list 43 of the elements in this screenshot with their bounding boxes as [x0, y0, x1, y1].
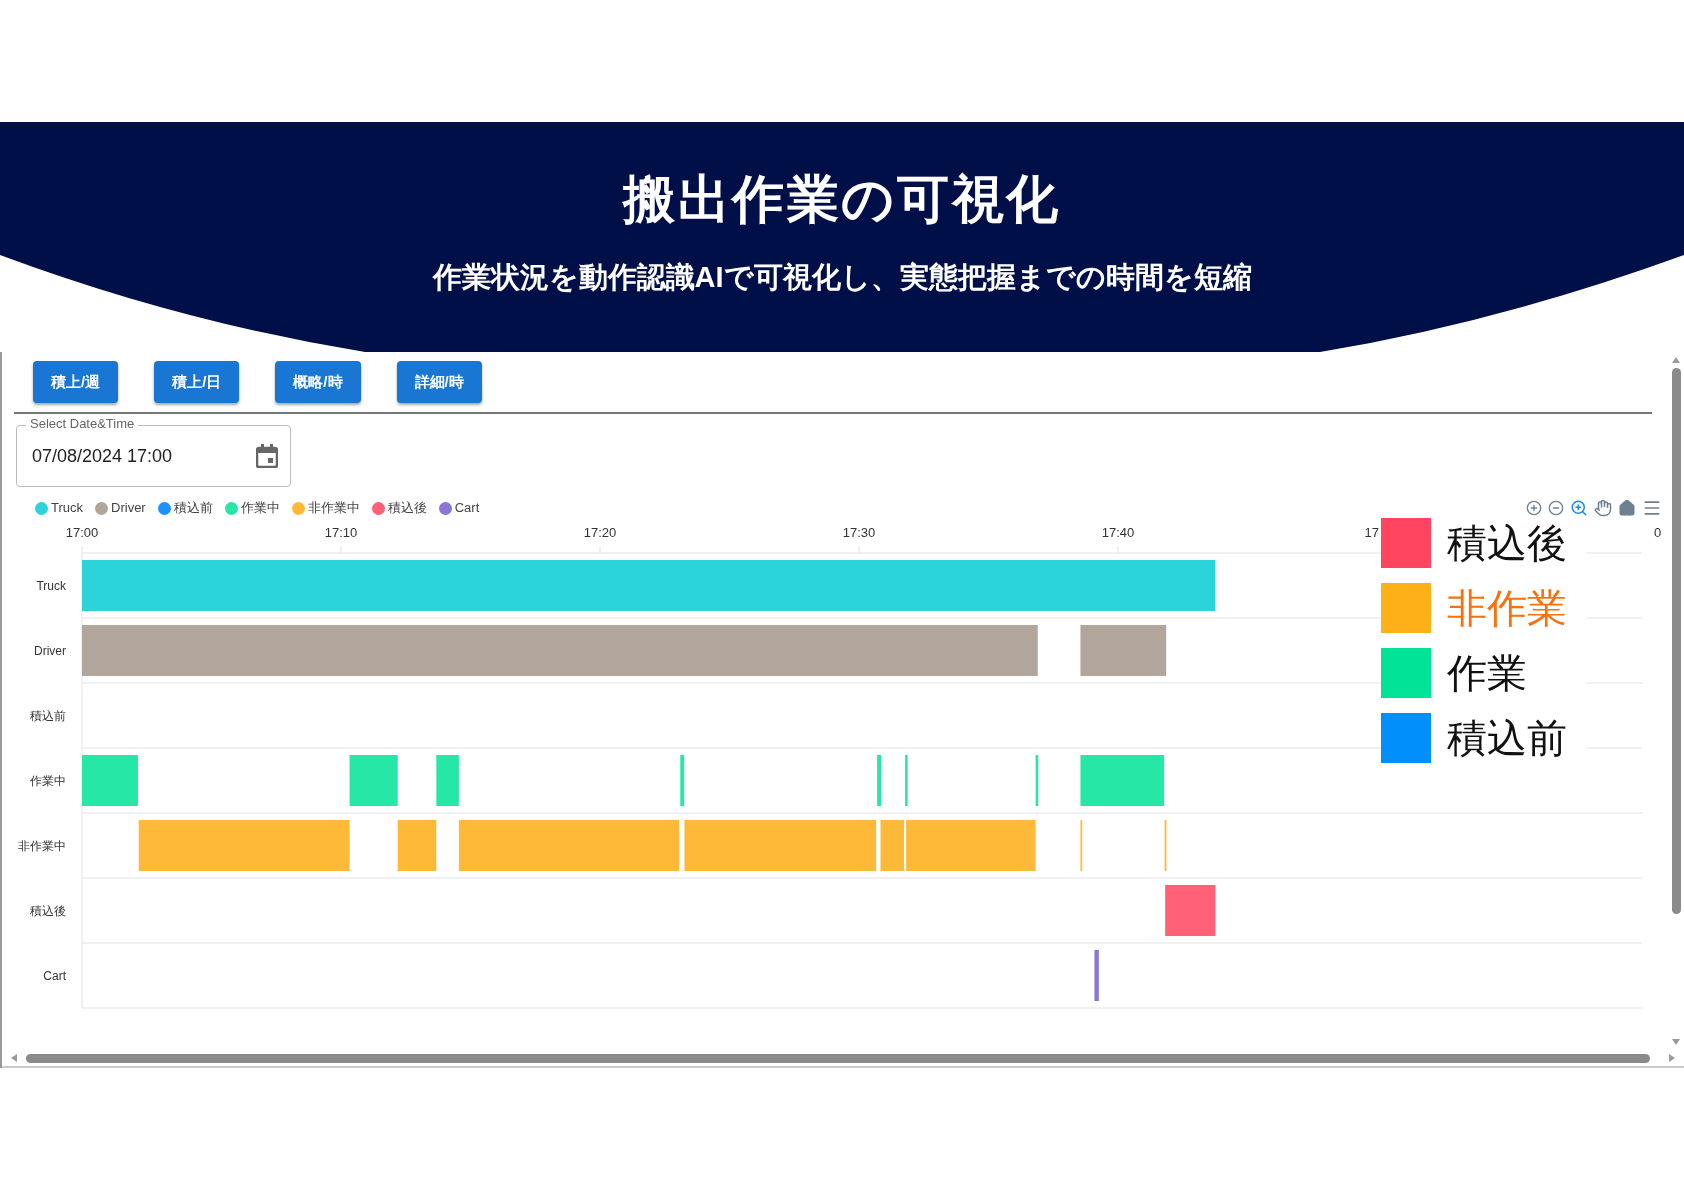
menu-icon[interactable]	[1642, 498, 1662, 518]
row-label: Driver	[34, 643, 66, 658]
view-button[interactable]: 積上/日	[154, 361, 240, 403]
pan-hand-icon[interactable]	[1594, 499, 1612, 517]
axis-tick-label: 0	[1654, 525, 1662, 540]
legend-label: 作業	[1447, 650, 1527, 697]
axis-tick-label: 17	[1364, 525, 1379, 540]
home-icon[interactable]	[1618, 499, 1636, 517]
zoom-out-icon[interactable]	[1548, 500, 1564, 516]
scroll-up-arrow-icon[interactable]	[1671, 356, 1681, 364]
slide-subtitle: 作業状況を動作認識AIで可視化し、実態把握までの時間を短縮	[432, 260, 1252, 295]
scroll-left-arrow-icon[interactable]	[10, 1053, 18, 1063]
view-button[interactable]: 詳細/時	[396, 361, 482, 403]
legend-label[interactable]: Cart	[454, 498, 480, 518]
legend-label: 非作業	[1447, 585, 1567, 632]
row-label: Cart	[43, 968, 66, 983]
axis-tick-label: 17:10	[324, 525, 358, 540]
slide-title: 搬出作業の可視化	[623, 169, 1061, 230]
legend-label[interactable]: 積込前	[173, 498, 213, 518]
row-label: 作業中	[30, 773, 66, 788]
scroll-right-arrow-icon[interactable]	[1668, 1053, 1676, 1063]
legend-label: 積込前	[1447, 715, 1567, 762]
date-value: 07/08/2024 17:00	[32, 444, 173, 468]
row-label: 非作業中	[18, 838, 66, 853]
legend-label[interactable]: Driver	[111, 498, 146, 518]
row-label: 積込後	[30, 903, 66, 918]
legend-label[interactable]: 作業中	[240, 498, 280, 518]
axis-tick-label: 17:40	[1101, 525, 1135, 540]
legend-label: 積込後	[1447, 520, 1567, 567]
row-label: Truck	[36, 578, 66, 593]
calendar-icon[interactable]	[256, 444, 278, 468]
axis-tick-label: 17:00	[65, 525, 99, 540]
scroll-down-arrow-icon[interactable]	[1671, 1038, 1681, 1046]
axis-tick-label: 17:30	[842, 525, 876, 540]
legend-label[interactable]: Truck	[51, 498, 84, 518]
legend-label[interactable]: 非作業中	[307, 498, 360, 518]
zoom-in-icon[interactable]	[1526, 500, 1542, 516]
selection-zoom-icon[interactable]	[1570, 499, 1588, 517]
row-label: 積込前	[30, 708, 66, 723]
legend-label[interactable]: 積込後	[387, 498, 427, 518]
view-button[interactable]: 概略/時	[275, 361, 361, 403]
view-button[interactable]: 積上/週	[33, 361, 119, 403]
axis-tick-label: 17:20	[583, 525, 617, 540]
